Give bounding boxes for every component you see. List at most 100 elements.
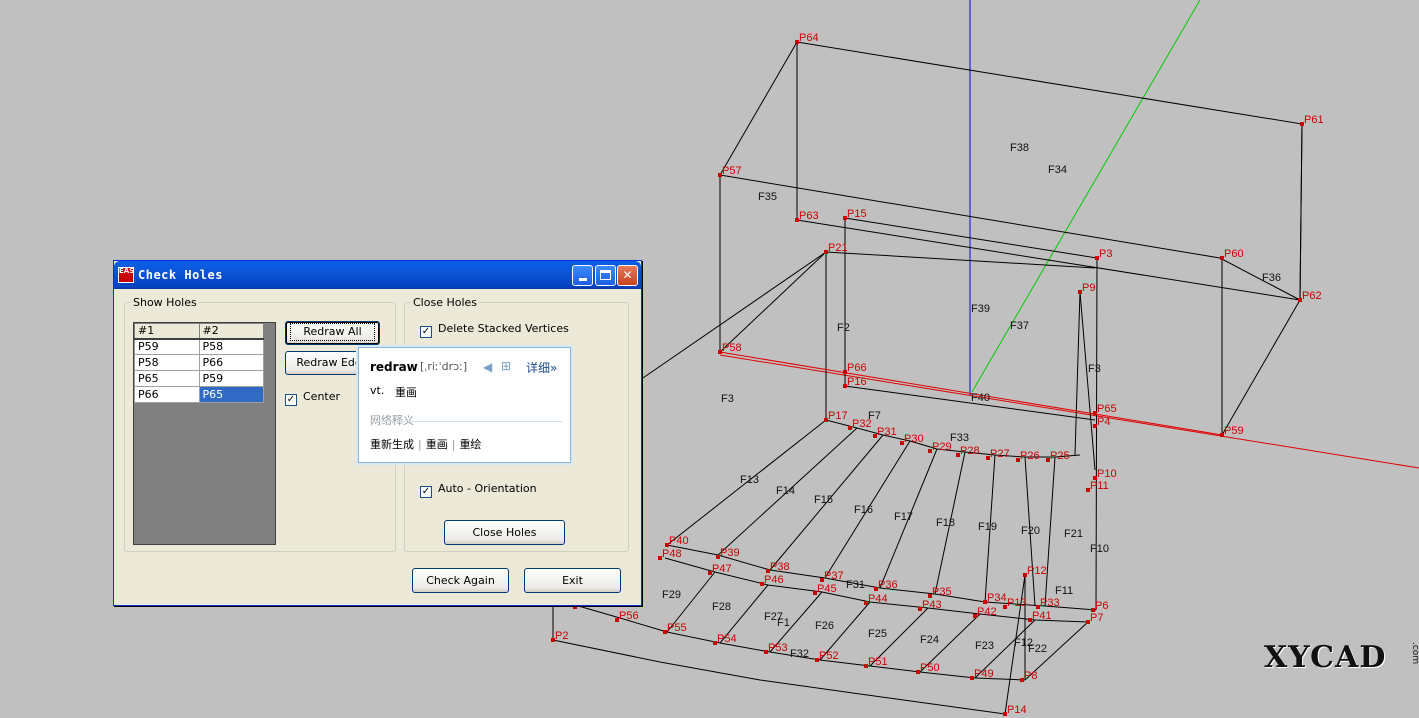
check-again-button[interactable]: Check Again (412, 568, 509, 593)
vertex-label: P53 (768, 642, 788, 654)
delete-stacked-checkbox-box[interactable]: ✓ (420, 326, 432, 338)
dict-phonetic: [ˌriːˈdrɔː] (420, 360, 468, 373)
vertex-label: P47 (712, 563, 732, 575)
table-cell[interactable]: P59 (198, 370, 264, 387)
vertex-label: P52 (819, 650, 839, 662)
maximize-button[interactable] (595, 265, 616, 286)
vertex-label: P60 (1224, 248, 1244, 260)
face-label: F34 (1048, 164, 1067, 176)
face-label: F37 (1010, 320, 1029, 332)
vertex-label: P59 (1224, 425, 1244, 437)
face-label: F14 (776, 485, 795, 497)
vertex-label: P26 (1020, 450, 1040, 462)
vertex-label: P61 (1304, 114, 1324, 126)
vertex-label: P35 (932, 586, 952, 598)
vertex-label: P55 (667, 622, 687, 634)
table-cell[interactable]: P66 (198, 354, 264, 371)
face-label: F20 (1021, 525, 1040, 537)
vertex-label: P46 (764, 574, 784, 586)
table-cell[interactable]: P65 (198, 386, 264, 403)
vertex-label: P65 (1097, 403, 1117, 415)
vertex-label: P37 (824, 570, 844, 582)
vertex-label: P49 (974, 668, 994, 680)
delete-stacked-checkbox[interactable]: ✓ Delete Stacked Vertices (420, 322, 569, 338)
vertex-label: P34 (987, 592, 1007, 604)
table-row[interactable]: P59 P58 (134, 338, 264, 355)
wire-edges (552, 41, 1303, 715)
close-icon: ✕ (622, 268, 633, 282)
center-checkbox[interactable]: ✓ Center (285, 390, 340, 406)
dict-web-term[interactable]: 重新生成 (370, 438, 414, 451)
vertex-label: P4 (1097, 416, 1110, 428)
table-cell[interactable]: P66 (134, 386, 200, 403)
table-cell[interactable]: P58 (198, 338, 264, 355)
auto-orientation-checkbox-box[interactable]: ✓ (420, 486, 432, 498)
table-row[interactable]: P58 P66 (134, 354, 264, 371)
face-label: F15 (814, 494, 833, 506)
table-cell[interactable]: P58 (134, 354, 200, 371)
face-label: F22 (1028, 643, 1047, 655)
redraw-all-button[interactable]: Redraw All (285, 321, 380, 345)
close-button[interactable]: ✕ (617, 265, 638, 286)
vertex-label: P14 (1007, 704, 1027, 716)
vertex-label: P63 (799, 210, 819, 222)
face-labels: F38 F34 F35 F36 F39 F37 F2 F3 F3 F40 F7 F33 F13 F14 F1… (662, 142, 1281, 660)
dict-web-term[interactable]: 重画 (426, 438, 448, 451)
vertex-label: P33 (1040, 597, 1060, 609)
face-label: F19 (978, 521, 997, 533)
dictionary-popup: redraw [ˌriːˈdrɔː] ◀ ⊞ 详细» vt. 重画 网络释义 重… (358, 347, 571, 463)
face-label: F25 (868, 628, 887, 640)
exit-button[interactable]: Exit (524, 568, 621, 593)
column-header-2[interactable]: #2 (198, 323, 264, 340)
dict-web-terms: 重新生成 | 重画 | 重绘 (370, 438, 482, 451)
face-label: F29 (662, 589, 681, 601)
column-header-1[interactable]: #1 (134, 323, 200, 340)
face-label: F39 (971, 303, 990, 315)
face-label: F23 (975, 640, 994, 652)
face-label: F7 (868, 410, 881, 422)
vertex-label: P21 (828, 242, 848, 254)
face-label: F40 (971, 392, 990, 404)
vertex-label: P50 (920, 662, 940, 674)
vertex-label: P43 (922, 599, 942, 611)
table-cell[interactable]: P65 (134, 370, 200, 387)
table-row[interactable]: P66 P65 (134, 386, 264, 403)
vertex-label: P45 (817, 583, 837, 595)
table-cell[interactable]: P59 (134, 338, 200, 355)
vertex-label: P27 (990, 448, 1010, 460)
table-row[interactable]: P65 P59 (134, 370, 264, 387)
vertex-label: P9 (1082, 282, 1095, 294)
delete-stacked-label: Delete Stacked Vertices (438, 322, 569, 335)
add-to-wordbook-icon[interactable]: ⊞ (501, 359, 511, 373)
holes-grid[interactable]: #1 #2 P59 P58 P58 P66 P65 P59 P66 P65 (133, 322, 276, 545)
vertex-label: P8 (1024, 670, 1037, 682)
face-label: F33 (950, 432, 969, 444)
face-label: F11 (1055, 585, 1073, 597)
minimize-icon (578, 278, 587, 281)
face-label: F3 (721, 393, 734, 405)
dialog-titlebar[interactable]: EASE Check Holes ✕ (114, 261, 641, 289)
face-label: F10 (1090, 543, 1109, 555)
vertex-label: P40 (669, 535, 689, 547)
vertex-label: P28 (960, 445, 980, 457)
vertex-markers: P64 P61 P57 P63 P15 P21 P60 P62 P3 P9 P58 P66 P16 P17… (551, 32, 1324, 716)
dialog-title: Check Holes (138, 268, 223, 282)
face-label: F35 (758, 191, 777, 203)
dict-word: redraw (370, 360, 418, 374)
vertex-label: P36 (878, 579, 898, 591)
dict-part-of-speech: vt. (370, 384, 385, 397)
auto-orientation-checkbox[interactable]: ✓ Auto - Orientation (420, 482, 537, 498)
face-label: F1 (777, 617, 790, 629)
center-checkbox-box[interactable]: ✓ (285, 394, 297, 406)
vertex-label: P38 (770, 561, 790, 573)
dict-more-link[interactable]: 详细» (526, 359, 557, 376)
close-holes-button[interactable]: Close Holes (444, 520, 565, 545)
dict-web-term[interactable]: 重绘 (459, 438, 481, 451)
close-holes-legend: Close Holes (413, 296, 478, 309)
maximize-icon (600, 270, 611, 280)
vertex-label: P16 (847, 376, 867, 388)
speaker-icon[interactable]: ◀ (483, 360, 492, 374)
minimize-button[interactable] (572, 265, 593, 286)
vertex-label: P56 (619, 610, 639, 622)
vertex-label: P48 (662, 548, 682, 560)
